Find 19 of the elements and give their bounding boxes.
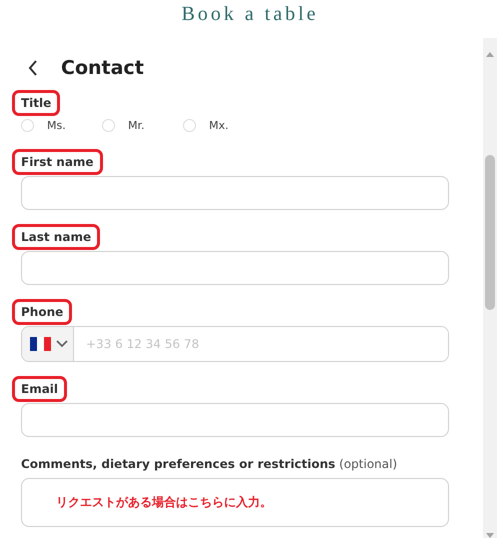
field-label: Title (12, 90, 60, 116)
country-picker[interactable] (22, 327, 74, 361)
comments-field[interactable]: リクエストがある場合はこちらに入力。 (21, 478, 449, 527)
back-icon[interactable] (27, 59, 39, 77)
site-title: Book a table (181, 3, 319, 26)
radio-option[interactable]: Ms. (21, 119, 102, 132)
section-title: Contact (61, 57, 144, 79)
text-field[interactable] (21, 251, 449, 285)
radio-option[interactable]: Mx. (183, 119, 264, 132)
field-label: Comments, dietary preferences or restrictions (optional) (21, 457, 398, 471)
text-field[interactable] (21, 176, 449, 210)
flag-icon (30, 337, 51, 351)
scrollbar[interactable] (483, 38, 497, 538)
caret-icon (55, 339, 69, 349)
phone-field[interactable]: +33 6 12 34 56 78 (21, 326, 449, 362)
annotation-text: リクエストがある場合はこちらに入力。 (56, 494, 272, 511)
radio-option[interactable]: Mr. (102, 119, 183, 132)
field-label: Phone (12, 299, 72, 325)
text-field[interactable] (21, 403, 449, 437)
